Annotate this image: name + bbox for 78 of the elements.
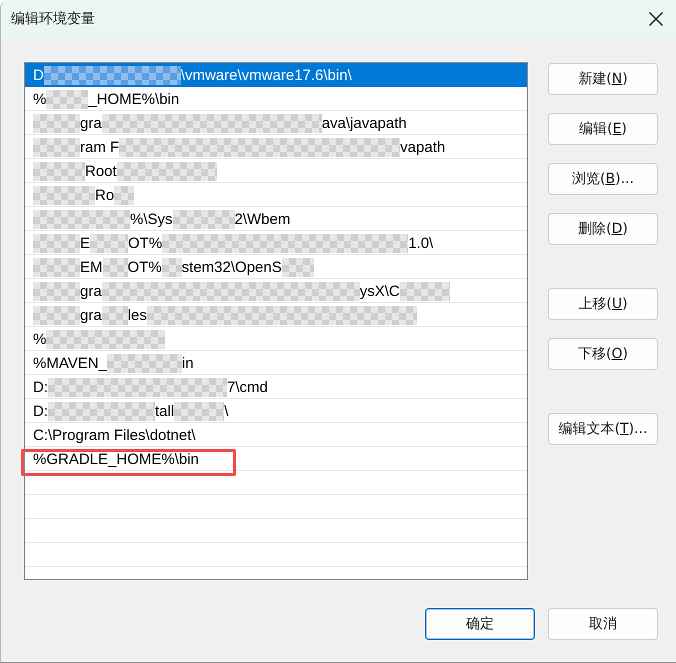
path-text: in bbox=[182, 354, 194, 372]
path-text: gra bbox=[80, 306, 102, 324]
path-text: % bbox=[33, 330, 46, 348]
path-list-item[interactable]: %MAVEN_ in bbox=[25, 351, 527, 375]
path-text: %MAVEN_ bbox=[33, 354, 107, 372]
action-button[interactable]: 上移(U) bbox=[548, 288, 658, 320]
path-list-item[interactable]: Ro bbox=[25, 183, 527, 207]
path-text: OT% bbox=[128, 258, 162, 276]
pixelated-redaction bbox=[33, 234, 80, 252]
window-title: 编辑环境变量 bbox=[11, 10, 95, 28]
pixelated-redaction bbox=[33, 306, 80, 324]
path-text: stem32\OpenS bbox=[182, 258, 282, 276]
action-button[interactable]: 删除(D) bbox=[548, 213, 658, 245]
path-text: D: bbox=[33, 402, 48, 420]
pixelated-redaction bbox=[114, 186, 134, 204]
path-text: %GRADLE_HOME%\bin bbox=[33, 450, 199, 468]
pixelated-redaction bbox=[174, 402, 224, 420]
path-text: E bbox=[80, 234, 90, 252]
action-button[interactable]: 编辑文本(T)... bbox=[548, 413, 658, 445]
path-text: EM bbox=[80, 258, 102, 276]
path-list-item[interactable]: % bbox=[25, 327, 527, 351]
pixelated-redaction bbox=[33, 186, 95, 204]
path-list-item[interactable]: C:\Program Files\dotnet\ bbox=[25, 423, 527, 447]
path-text: 7\cmd bbox=[227, 378, 268, 396]
action-button[interactable]: 新建(N) bbox=[548, 63, 658, 95]
path-list-item[interactable]: E OT% 1.0\ bbox=[25, 231, 527, 255]
pixelated-redaction bbox=[90, 234, 128, 252]
path-list-item[interactable]: EM OT% stem32\OpenS bbox=[25, 255, 527, 279]
pixelated-redaction bbox=[102, 258, 128, 276]
path-list-item[interactable]: D \vmware\vmware17.6\bin\ bbox=[25, 63, 527, 87]
path-list-item[interactable]: Root bbox=[25, 159, 527, 183]
path-text: 1.0\ bbox=[408, 234, 434, 252]
pixelated-redaction bbox=[33, 258, 80, 276]
pixelated-redaction bbox=[162, 258, 182, 276]
path-text: %\Sys bbox=[130, 210, 173, 228]
path-text: _HOME%\bin bbox=[88, 90, 180, 108]
pixelated-redaction bbox=[400, 282, 450, 300]
dialog-button[interactable]: 取消 bbox=[548, 608, 658, 640]
close-icon bbox=[649, 12, 663, 26]
action-button[interactable]: 浏览(B)... bbox=[548, 163, 658, 195]
path-text: \ bbox=[224, 402, 228, 420]
path-text: \vmware\vmware17.6\bin\ bbox=[180, 66, 352, 84]
path-text: ava\javapath bbox=[322, 114, 407, 132]
path-text: 2\Wbem bbox=[234, 210, 290, 228]
path-text: les bbox=[128, 306, 147, 324]
pixelated-redaction bbox=[33, 162, 85, 180]
path-text: % bbox=[33, 90, 46, 108]
path-list-item[interactable]: gra les bbox=[25, 303, 527, 327]
path-list-item[interactable]: ram F vapath bbox=[25, 135, 527, 159]
pixelated-redaction bbox=[33, 282, 80, 300]
pixelated-redaction bbox=[102, 306, 128, 324]
path-text: gra bbox=[80, 282, 102, 300]
path-text: ram F bbox=[80, 138, 120, 156]
pixelated-redaction bbox=[172, 210, 235, 228]
path-list-item[interactable]: %GRADLE_HOME%\bin bbox=[25, 447, 527, 471]
action-button[interactable]: 下移(O) bbox=[548, 338, 658, 370]
pixelated-redaction bbox=[33, 114, 80, 132]
path-list-item[interactable]: gra ava\javapath bbox=[25, 111, 527, 135]
path-text: vapath bbox=[400, 138, 446, 156]
path-list-item[interactable]: % _HOME%\bin bbox=[25, 87, 527, 111]
pixelated-redaction bbox=[46, 90, 88, 108]
path-text: C:\Program Files\dotnet\ bbox=[33, 426, 196, 444]
action-button[interactable]: 编辑(E) bbox=[548, 113, 658, 145]
path-text: gra bbox=[80, 114, 102, 132]
path-list-item[interactable]: D: tall \ bbox=[25, 399, 527, 423]
path-list-item[interactable]: %\Sys 2\Wbem bbox=[25, 207, 527, 231]
path-text: tall bbox=[155, 402, 174, 420]
path-list-item[interactable]: D: 7\cmd bbox=[25, 375, 527, 399]
path-text: Root bbox=[85, 162, 117, 180]
path-text: Ro bbox=[95, 186, 114, 204]
pixelated-redaction bbox=[282, 258, 314, 276]
path-text: D: bbox=[33, 378, 48, 396]
path-text: OT% bbox=[128, 234, 162, 252]
dialog-button[interactable]: 确定 bbox=[425, 608, 535, 640]
path-text: ysX\C bbox=[360, 282, 400, 300]
path-list-item[interactable]: gra ysX\C bbox=[25, 279, 527, 303]
pixelated-redaction bbox=[33, 138, 80, 156]
path-text: D bbox=[33, 66, 44, 84]
